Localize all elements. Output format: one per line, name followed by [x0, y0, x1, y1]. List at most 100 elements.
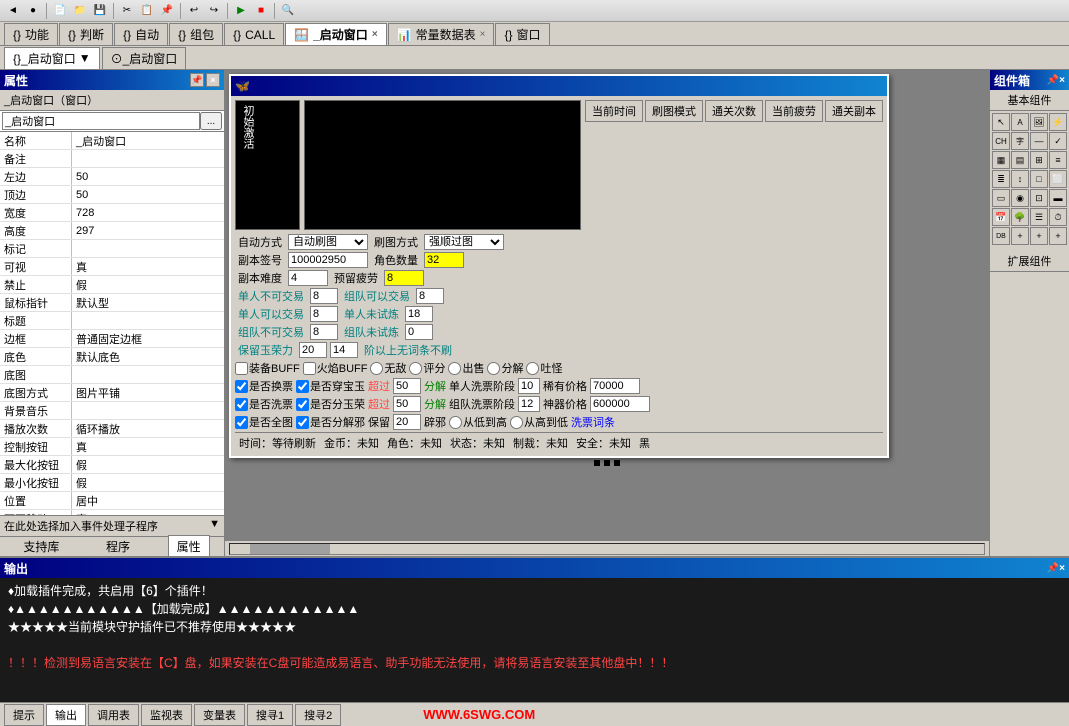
new-icon[interactable]: 📄: [51, 2, 69, 20]
footer-btn-search1[interactable]: 搜寻1: [247, 704, 293, 726]
tab-window[interactable]: {} 窗口: [495, 23, 549, 45]
decompose-single-v[interactable]: [518, 378, 540, 394]
btn-map-mode[interactable]: 刷图模式: [645, 100, 703, 122]
tab-constants-close[interactable]: ×: [480, 29, 486, 40]
fire-buff-check[interactable]: 火焰BUFF: [303, 360, 368, 376]
footer-tab-support[interactable]: 支持库: [14, 535, 68, 556]
radio-score-input[interactable]: [409, 362, 422, 375]
h-scrollbar[interactable]: [225, 540, 989, 556]
radio-invincible[interactable]: 无敌: [370, 360, 406, 376]
comp-scroll[interactable]: ↕: [1011, 170, 1029, 188]
price-single-input[interactable]: [590, 378, 640, 394]
footer-btn-calltable[interactable]: 调用表: [88, 704, 139, 726]
trade1-v1[interactable]: [310, 288, 338, 304]
open-icon[interactable]: 📁: [71, 2, 89, 20]
radio-vomit[interactable]: 吐怪: [526, 360, 562, 376]
footer-tab-properties[interactable]: 属性: [168, 535, 210, 556]
comp-flash[interactable]: ⚡: [1049, 113, 1067, 131]
radio-decompose[interactable]: 分解: [487, 360, 523, 376]
radio-sort-asc[interactable]: 从低到高: [449, 414, 507, 430]
check-decompose-evil[interactable]: 是否分解邪: [296, 414, 365, 430]
name-browse-button[interactable]: ...: [200, 112, 222, 130]
decompose-team-v[interactable]: [518, 396, 540, 412]
btn-current-time[interactable]: 当前时间: [585, 100, 643, 122]
name-input[interactable]: [2, 112, 200, 130]
check-swap-ticket[interactable]: 是否换票: [235, 378, 293, 394]
pin-button[interactable]: 📌: [190, 73, 204, 87]
stop-icon[interactable]: ■: [252, 2, 270, 20]
subtab-startup-code[interactable]: {}_启动窗口 ▼: [4, 47, 100, 69]
redo-icon[interactable]: ↪: [205, 2, 223, 20]
comp-edit[interactable]: ▤: [1011, 151, 1029, 169]
comp-button[interactable]: ▭: [992, 189, 1010, 207]
script-no-input[interactable]: [288, 252, 368, 268]
comp-picture[interactable]: 🖼: [1030, 113, 1048, 131]
check-wash-ticket[interactable]: 是否洗票: [235, 396, 293, 412]
comp-list[interactable]: ≣: [992, 170, 1010, 188]
keep-input[interactable]: [393, 414, 421, 430]
comp-db[interactable]: DB: [992, 227, 1010, 245]
comp-tab[interactable]: ⬜: [1049, 170, 1067, 188]
tab-auto[interactable]: {} 自动: [114, 23, 168, 45]
comp-slider[interactable]: ⊡: [1030, 189, 1048, 207]
wash-ticket-link[interactable]: 洗票词条: [571, 414, 615, 430]
run-icon[interactable]: ▶: [232, 2, 250, 20]
comp-text[interactable]: 字: [1011, 132, 1029, 150]
fire-buff-checkbox[interactable]: [303, 362, 316, 375]
radio-decompose-input[interactable]: [487, 362, 500, 375]
comp-date[interactable]: 📅: [992, 208, 1010, 226]
back-icon[interactable]: ◄: [4, 2, 22, 20]
comp-menu[interactable]: ☰: [1030, 208, 1048, 226]
footer-btn-variables[interactable]: 变量表: [194, 704, 245, 726]
comp-progress[interactable]: ▬: [1049, 189, 1067, 207]
handle-tm[interactable]: [604, 460, 610, 466]
comp-timer[interactable]: ⏱: [1049, 208, 1067, 226]
role-count-input[interactable]: [424, 252, 464, 268]
radio-score[interactable]: 评分: [409, 360, 445, 376]
check-fullmap[interactable]: 是否全图: [235, 414, 293, 430]
components-close[interactable]: ×: [1059, 75, 1065, 86]
footer-tab-program[interactable]: 程序: [97, 535, 139, 556]
tab-call[interactable]: {} CALL: [224, 23, 284, 45]
footer-btn-search2[interactable]: 搜寻2: [295, 704, 341, 726]
copy-icon[interactable]: 📋: [138, 2, 156, 20]
comp-label[interactable]: A: [1011, 113, 1029, 131]
check-wear-gem[interactable]: 是否穿宝玉: [296, 378, 365, 394]
find-icon[interactable]: 🔍: [279, 2, 297, 20]
comp-bar[interactable]: ≡: [1049, 151, 1067, 169]
auto-mode-select[interactable]: 自动刷图: [288, 234, 368, 250]
btn-fatigue[interactable]: 当前疲劳: [765, 100, 823, 122]
fatigue-input[interactable]: [384, 270, 424, 286]
components-pin[interactable]: 📌: [1047, 75, 1059, 86]
btn-pass-count[interactable]: 通关次数: [705, 100, 763, 122]
comp-check[interactable]: ✓: [1049, 132, 1067, 150]
paste-icon[interactable]: 📌: [158, 2, 176, 20]
radio-invincible-input[interactable]: [370, 362, 383, 375]
comp-pointer[interactable]: ↖: [992, 113, 1010, 131]
subtab-startup-design[interactable]: ⊙_启动窗口: [102, 47, 187, 69]
tab-constants[interactable]: 📊 常量数据表 ×: [388, 23, 495, 45]
tab-judge[interactable]: {} 判断: [59, 23, 113, 45]
decompose-team-num[interactable]: [393, 396, 421, 412]
tab-startup-close[interactable]: ×: [372, 29, 378, 40]
designer-area[interactable]: 🦋 初始激活: [225, 70, 989, 540]
radio-sell-input[interactable]: [448, 362, 461, 375]
check-split-gem[interactable]: 是否分玉荣: [296, 396, 365, 412]
reserve-v2[interactable]: [330, 342, 358, 358]
price-team-input[interactable]: [590, 396, 650, 412]
radio-vomit-input[interactable]: [526, 362, 539, 375]
tab-function[interactable]: {} 功能: [4, 23, 58, 45]
tab-grouppack[interactable]: {} 组包: [169, 23, 223, 45]
output-pin[interactable]: 📌: [1047, 563, 1059, 574]
footer-btn-hint[interactable]: 提示: [4, 704, 44, 726]
comp-tree[interactable]: 🌳: [1011, 208, 1029, 226]
comp-radio[interactable]: ◉: [1011, 189, 1029, 207]
comp-line[interactable]: —: [1030, 132, 1048, 150]
tab-startup[interactable]: 🪟 _启动窗口 ×: [285, 23, 386, 45]
output-close[interactable]: ×: [1059, 563, 1065, 574]
decompose-single-num[interactable]: [393, 378, 421, 394]
footer-btn-watch[interactable]: 监视表: [141, 704, 192, 726]
reserve-v1[interactable]: [299, 342, 327, 358]
footer-btn-output[interactable]: 输出: [46, 704, 86, 726]
equip-buff-checkbox[interactable]: [235, 362, 248, 375]
